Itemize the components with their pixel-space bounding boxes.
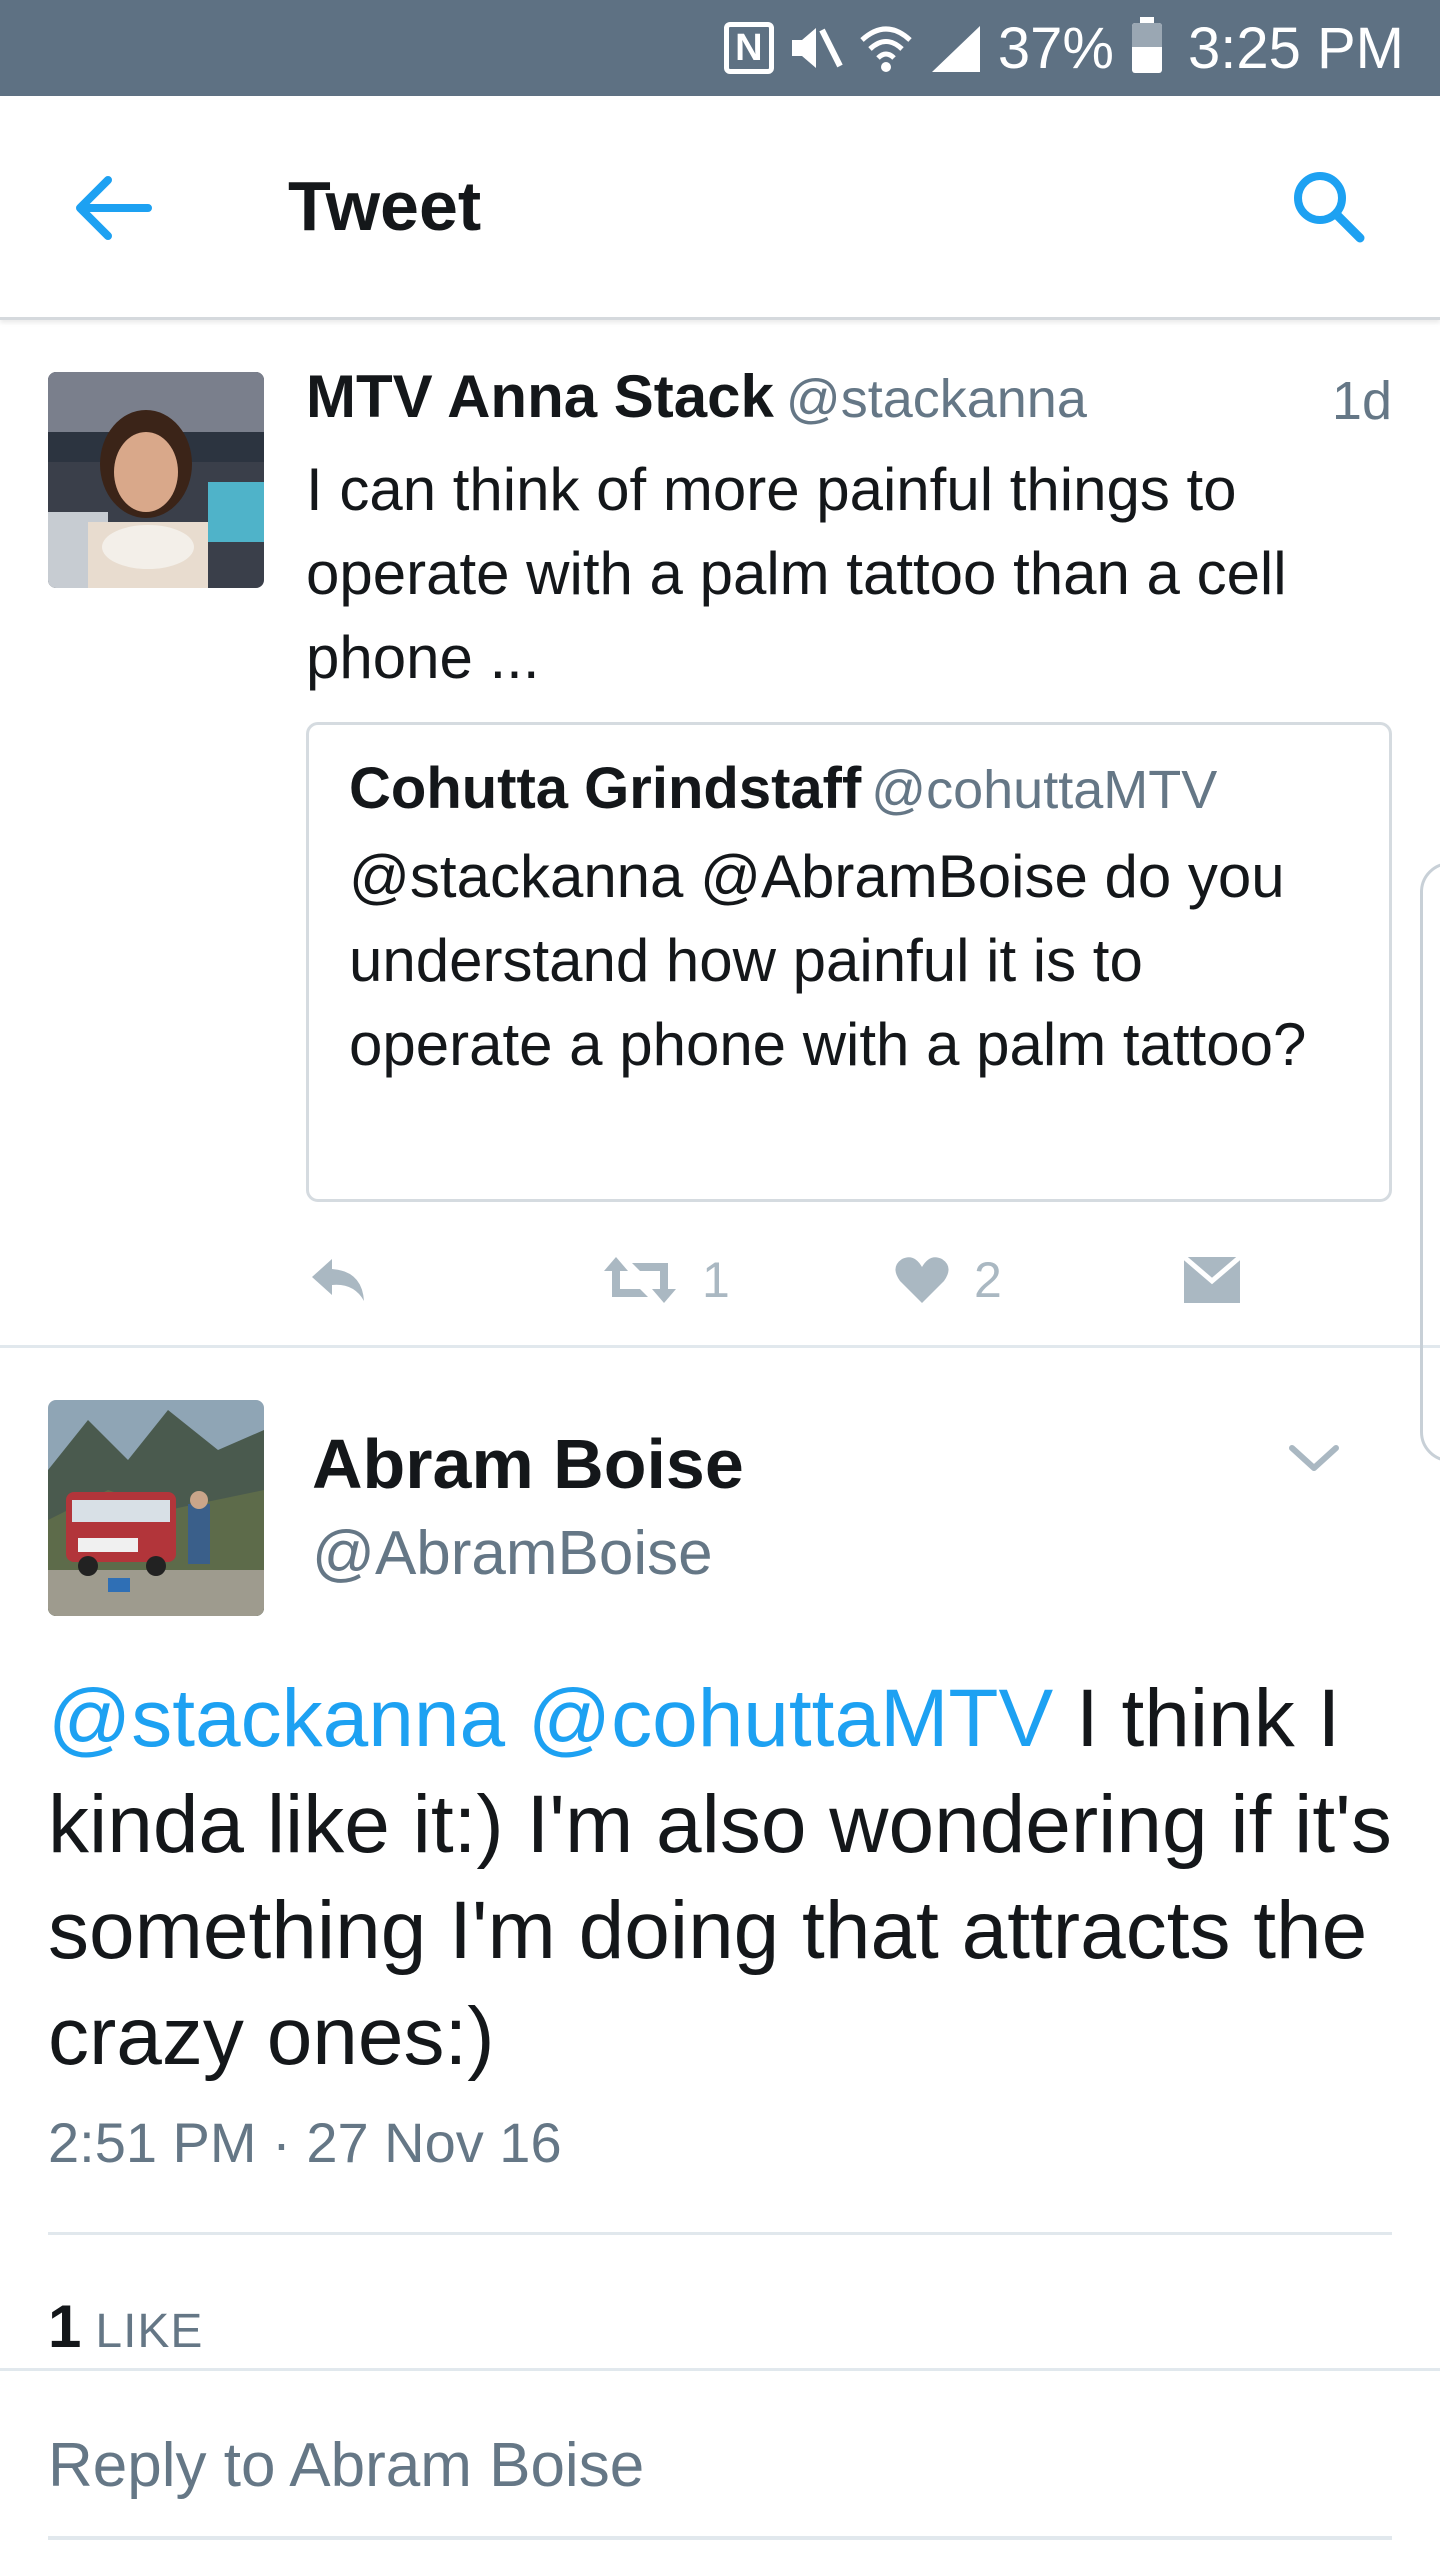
signal-icon	[931, 26, 980, 72]
tweet-options-button[interactable]	[1284, 1428, 1344, 1488]
parent-tweet-header: MTV Anna Stack @stackanna	[306, 362, 1396, 431]
envelope-icon	[1182, 1255, 1242, 1303]
tweet-actions: 1 2	[306, 1240, 1306, 1320]
mention-link[interactable]: @cohuttaMTV	[528, 1673, 1053, 1764]
author-name[interactable]: MTV Anna Stack	[306, 363, 774, 430]
scroll-edge-indicator	[1420, 862, 1440, 1462]
wifi-icon	[860, 26, 912, 72]
nfc-icon: N	[723, 22, 774, 74]
reply-button[interactable]	[306, 1240, 370, 1320]
tweet-timestamp: 2:51 PM · 27 Nov 16	[48, 2111, 562, 2174]
author-handle[interactable]: @AbramBoise	[312, 1518, 713, 1589]
divider	[0, 2368, 1440, 2371]
page-title: Tweet	[288, 167, 482, 245]
parent-tweet[interactable]: MTV Anna Stack @stackanna 1d I can think …	[0, 322, 1440, 1462]
quoted-tweet-card[interactable]: Cohutta Grindstaff @cohuttaMTV @stackanna…	[306, 722, 1392, 1202]
quoted-tweet-header: Cohutta Grindstaff @cohuttaMTV	[349, 755, 1217, 822]
mute-icon	[791, 28, 843, 68]
avatar-photo	[48, 372, 264, 588]
main-tweet-text: @stackanna @cohuttaMTV I think I kinda l…	[48, 1666, 1398, 2090]
search-button[interactable]	[1288, 166, 1368, 246]
quoted-author-handle: @cohuttaMTV	[871, 760, 1218, 820]
quoted-author-name: Cohutta Grindstaff	[349, 756, 862, 821]
retweet-icon	[604, 1257, 676, 1303]
like-count: 2	[974, 1252, 1002, 1308]
status-icons: N 37% 3:25 PM	[723, 0, 1404, 96]
direct-message-button[interactable]	[1182, 1240, 1242, 1320]
status-time: 3:25 PM	[1188, 15, 1404, 81]
quoted-tweet-text: @stackanna @AbramBoise do you understand…	[349, 843, 1307, 1078]
top-app-bar: Tweet	[0, 96, 1440, 320]
retweet-button[interactable]: 1	[602, 1240, 730, 1320]
status-bar: N 37% 3:25 PM	[0, 0, 1440, 96]
battery-percent: 37%	[997, 15, 1114, 81]
mention-link[interactable]: @stackanna	[48, 1673, 505, 1764]
tweet-age: 1d	[1331, 371, 1392, 431]
likes-label: LIKE	[95, 2305, 204, 2358]
main-avatar[interactable]	[48, 1400, 264, 1616]
likes-summary[interactable]: 1 LIKE	[48, 2292, 203, 2361]
back-button[interactable]	[72, 172, 152, 244]
chevron-down-icon	[1289, 1445, 1339, 1471]
tweet-text: I can think of more painful things to op…	[306, 456, 1287, 691]
reply-placeholder: Reply to Abram Boise	[48, 2431, 645, 2500]
avatar-photo	[48, 1400, 264, 1616]
reply-input[interactable]: Reply to Abram Boise	[48, 2430, 1392, 2540]
author-name[interactable]: Abram Boise	[312, 1424, 744, 1504]
retweet-count: 1	[702, 1252, 730, 1308]
battery-icon	[1132, 17, 1162, 73]
avatar[interactable]	[48, 372, 264, 588]
likes-count: 1	[48, 2293, 82, 2360]
reply-icon	[312, 1259, 364, 1301]
heart-icon	[895, 1257, 949, 1303]
divider	[48, 2232, 1392, 2235]
author-handle[interactable]: @stackanna	[786, 369, 1087, 429]
like-button[interactable]: 2	[894, 1240, 1002, 1320]
search-icon	[1294, 172, 1365, 243]
back-arrow-icon	[76, 176, 152, 240]
